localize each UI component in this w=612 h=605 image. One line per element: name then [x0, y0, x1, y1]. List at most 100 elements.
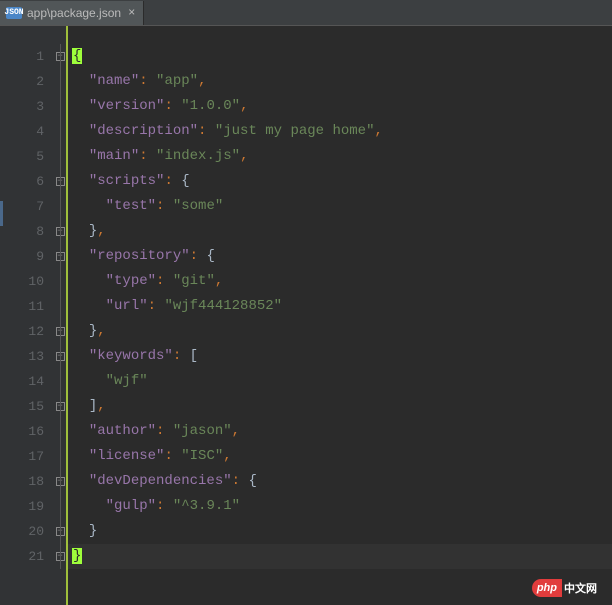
json-punct: :: [190, 248, 207, 264]
line-number: 2: [12, 69, 54, 94]
line-number: 18: [12, 469, 54, 494]
json-punct: ,: [97, 223, 105, 239]
json-brace: }: [89, 323, 97, 339]
code-line[interactable]: }: [68, 544, 612, 569]
code-line[interactable]: "description": "just my page home",: [68, 119, 612, 144]
file-tab[interactable]: JSON app\package.json ×: [0, 1, 144, 25]
json-string: "wjf444128852": [164, 298, 282, 314]
json-punct: ,: [223, 448, 231, 464]
json-brace: [: [190, 348, 198, 364]
json-brace: }: [89, 523, 97, 539]
line-number: 15: [12, 394, 54, 419]
fold-gutter: −−−−−−−−−−: [54, 26, 68, 605]
code-line[interactable]: "test": "some": [68, 194, 612, 219]
json-key: "main": [89, 148, 139, 164]
close-icon[interactable]: ×: [126, 6, 137, 20]
line-number: 17: [12, 444, 54, 469]
cursor: {: [72, 48, 82, 64]
json-punct: :: [156, 498, 173, 514]
line-number: 20: [12, 519, 54, 544]
json-punct: ,: [215, 273, 223, 289]
code-line[interactable]: "type": "git",: [68, 269, 612, 294]
fold-cell: [54, 94, 66, 119]
json-key: "author": [89, 423, 156, 439]
line-number: 19: [12, 494, 54, 519]
code-line[interactable]: }: [68, 519, 612, 544]
json-string: "^3.9.1": [173, 498, 240, 514]
fold-cell: −: [54, 319, 66, 344]
json-punct: :: [156, 423, 173, 439]
line-number: 8: [12, 219, 54, 244]
code-line[interactable]: "gulp": "^3.9.1": [68, 494, 612, 519]
editor[interactable]: 123456789101112131415161718192021 −−−−−−…: [0, 26, 612, 605]
code-line[interactable]: "wjf": [68, 369, 612, 394]
json-string: "some": [173, 198, 223, 214]
json-string: "wjf": [106, 373, 148, 389]
json-key: "keywords": [89, 348, 173, 364]
json-key: "url": [106, 298, 148, 314]
watermark: php 中文网: [532, 579, 597, 597]
json-punct: ,: [240, 98, 248, 114]
fold-cell: [54, 494, 66, 519]
fold-cell: [54, 119, 66, 144]
json-punct: ,: [97, 323, 105, 339]
json-punct: :: [139, 73, 156, 89]
json-key: "test": [106, 198, 156, 214]
tab-bar: JSON app\package.json ×: [0, 0, 612, 26]
active-line-marker: [0, 201, 3, 226]
json-punct: ,: [97, 398, 105, 414]
line-number: 21: [12, 544, 54, 569]
json-punct: ,: [198, 73, 206, 89]
json-brace: {: [181, 173, 189, 189]
fold-cell: [54, 144, 66, 169]
fold-cell: [54, 369, 66, 394]
json-key: "version": [89, 98, 165, 114]
code-line[interactable]: "version": "1.0.0",: [68, 94, 612, 119]
line-number-gutter: 123456789101112131415161718192021: [12, 26, 54, 605]
code-line[interactable]: "repository": {: [68, 244, 612, 269]
code-line[interactable]: "main": "index.js",: [68, 144, 612, 169]
json-brace: ]: [89, 398, 97, 414]
line-number: 12: [12, 319, 54, 344]
json-punct: :: [139, 148, 156, 164]
json-string: "ISC": [181, 448, 223, 464]
watermark-text: 中文网: [564, 580, 597, 596]
code-line[interactable]: },: [68, 319, 612, 344]
json-key: "description": [89, 123, 198, 139]
fold-cell: [54, 69, 66, 94]
code-line[interactable]: "name": "app",: [68, 69, 612, 94]
code-line[interactable]: "url": "wjf444128852": [68, 294, 612, 319]
json-string: "git": [173, 273, 215, 289]
fold-cell: −: [54, 544, 66, 569]
json-punct: ,: [232, 423, 240, 439]
code-area[interactable]: { "name": "app", "version": "1.0.0", "de…: [68, 26, 612, 605]
fold-cell: −: [54, 394, 66, 419]
left-margin: [0, 26, 12, 605]
line-number: 13: [12, 344, 54, 369]
code-line[interactable]: "license": "ISC",: [68, 444, 612, 469]
code-line[interactable]: {: [68, 44, 612, 69]
json-punct: ,: [240, 148, 248, 164]
code-line[interactable]: "scripts": {: [68, 169, 612, 194]
code-line[interactable]: ],: [68, 394, 612, 419]
json-key: "repository": [89, 248, 190, 264]
json-punct: :: [173, 348, 190, 364]
code-line[interactable]: "keywords": [: [68, 344, 612, 369]
code-line[interactable]: "author": "jason",: [68, 419, 612, 444]
json-punct: :: [164, 173, 181, 189]
json-key: "devDependencies": [89, 473, 232, 489]
fold-cell: −: [54, 344, 66, 369]
fold-cell: −: [54, 519, 66, 544]
line-number: 14: [12, 369, 54, 394]
code-line[interactable]: },: [68, 219, 612, 244]
line-number: 6: [12, 169, 54, 194]
code-line[interactable]: "devDependencies": {: [68, 469, 612, 494]
line-number: 7: [12, 194, 54, 219]
fold-cell: [54, 419, 66, 444]
fold-cell: −: [54, 169, 66, 194]
fold-cell: −: [54, 244, 66, 269]
line-number: 16: [12, 419, 54, 444]
json-string: "jason": [173, 423, 232, 439]
fold-cell: −: [54, 469, 66, 494]
json-key: "license": [89, 448, 165, 464]
